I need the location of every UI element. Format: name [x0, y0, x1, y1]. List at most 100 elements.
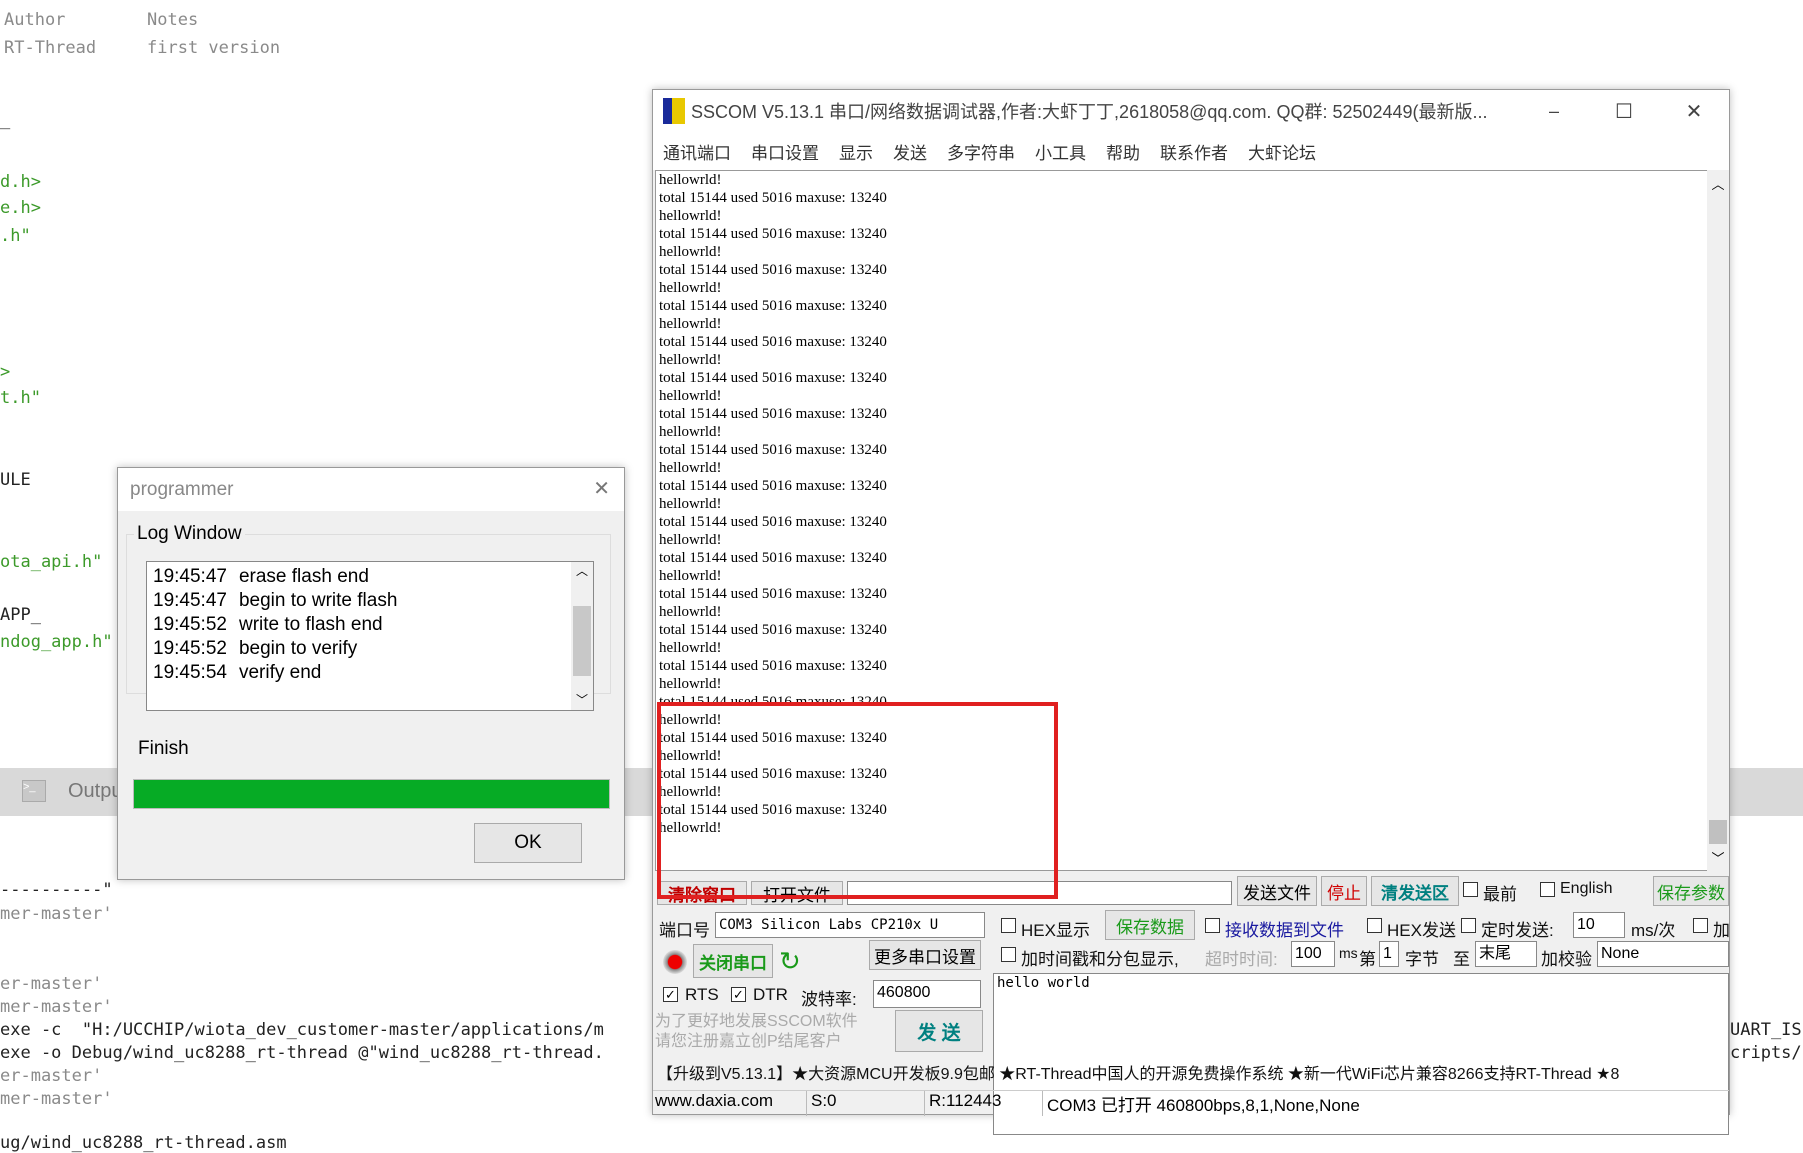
- scroll-down-icon[interactable]: ﹀: [571, 691, 593, 708]
- menu-serial-settings[interactable]: 串口设置: [751, 139, 819, 164]
- code-line: d.h>: [0, 172, 41, 192]
- header-author-value: RT-Thread: [4, 38, 97, 58]
- menu-tools[interactable]: 小工具: [1035, 139, 1086, 164]
- interval-input[interactable]: 10: [1573, 912, 1625, 938]
- status-website[interactable]: www.daxia.com: [653, 1091, 807, 1116]
- status-bar: www.daxia.com S:0 R:112443 COM3 已打开 4608…: [653, 1090, 1729, 1116]
- output-line: er-master': [0, 1066, 103, 1086]
- output-line: mer-master': [0, 997, 113, 1017]
- highlight-box: [657, 702, 1058, 899]
- close-icon[interactable]: ✕: [593, 476, 610, 501]
- hex-display-checkbox[interactable]: [1001, 918, 1016, 933]
- interval-unit: ms/次: [1631, 921, 1676, 940]
- scroll-up-icon[interactable]: ︿: [571, 562, 593, 579]
- scroll-up-icon[interactable]: ︿: [1707, 174, 1729, 193]
- timed-send-label: 定时发送:: [1481, 921, 1554, 940]
- receive-line: hellowrld!: [659, 244, 722, 260]
- rts-label: RTS: [685, 985, 719, 1004]
- receive-line: hellowrld!: [659, 172, 722, 188]
- timeout-input[interactable]: 100: [1291, 941, 1335, 967]
- add-checkbox[interactable]: [1693, 918, 1708, 933]
- log-time: 19:45:54: [153, 662, 227, 683]
- receive-line: total 15144 used 5016 maxuse: 13240: [659, 262, 887, 278]
- checksum-select[interactable]: None: [1597, 941, 1729, 967]
- send-button[interactable]: 发 送: [895, 1010, 983, 1052]
- receive-line: hellowrld!: [659, 676, 722, 692]
- end-select[interactable]: 末尾: [1475, 941, 1537, 967]
- log-time: 19:45:47: [153, 590, 227, 611]
- more-settings-button[interactable]: 更多串口设置: [869, 940, 981, 970]
- menu-send[interactable]: 发送: [893, 139, 927, 164]
- receive-line: total 15144 used 5016 maxuse: 13240: [659, 226, 887, 242]
- log-time: 19:45:52: [153, 638, 227, 659]
- scroll-thumb[interactable]: [1709, 820, 1727, 844]
- receive-line: total 15144 used 5016 maxuse: 13240: [659, 658, 887, 674]
- log-list: 19:45:47 erase flash end 19:45:47 begin to …: [146, 561, 594, 711]
- close-button[interactable]: ✕: [1659, 99, 1729, 124]
- receive-line: hellowrld!: [659, 460, 722, 476]
- app-icon: [663, 98, 685, 124]
- output-line: er-master': [0, 974, 103, 994]
- byte-from-input[interactable]: 1: [1379, 941, 1399, 967]
- receive-scrollbar[interactable]: ︿ ﹀: [1707, 170, 1729, 871]
- scroll-down-icon[interactable]: ﹀: [1707, 848, 1729, 867]
- timeout-unit: ms: [1339, 945, 1358, 961]
- code-line: _: [0, 110, 11, 130]
- menu-display[interactable]: 显示: [839, 139, 873, 164]
- recv-to-file-label[interactable]: 接收数据到文件: [1225, 916, 1344, 941]
- save-params-button[interactable]: 保存参数: [1653, 876, 1729, 906]
- code-line: e.h>: [0, 198, 41, 218]
- dtr-checkbox[interactable]: ✓: [731, 987, 746, 1002]
- save-data-button[interactable]: 保存数据: [1105, 910, 1195, 940]
- log-entry: 19:45:52 begin to verify: [153, 637, 587, 661]
- topmost-checkbox[interactable]: [1463, 882, 1478, 897]
- ok-button[interactable]: OK: [474, 823, 582, 863]
- port-select[interactable]: COM3 Silicon Labs CP210x U: [715, 912, 985, 938]
- receive-line: hellowrld!: [659, 568, 722, 584]
- output-line: mer-master': [0, 1089, 113, 1109]
- timestamp-checkbox[interactable]: [1001, 947, 1016, 962]
- menu-forum[interactable]: 大虾论坛: [1248, 139, 1316, 164]
- log-entry: 19:45:54 verify end: [153, 661, 587, 685]
- hex-send-label: HEX发送: [1387, 921, 1456, 940]
- log-entry: 19:45:47 begin to write flash: [153, 589, 587, 613]
- output-line-fragment: cripts/: [1730, 1043, 1802, 1063]
- baud-label: 波特率:: [801, 990, 857, 1009]
- checksum-label: 加校验: [1541, 950, 1592, 969]
- sscom-window: SSCOM V5.13.1 串口/网络数据调试器,作者:大虾丁丁,2618058…: [652, 89, 1730, 1135]
- send-file-button[interactable]: 发送文件: [1237, 876, 1317, 906]
- header-notes: Notes: [147, 10, 199, 30]
- baud-select[interactable]: 460800: [873, 980, 981, 1008]
- hex-send-checkbox[interactable]: [1367, 918, 1382, 933]
- maximize-button[interactable]: ☐: [1589, 99, 1659, 124]
- output-tab[interactable]: Outpu: [68, 780, 122, 803]
- log-scrollbar[interactable]: ︿ ﹀: [571, 562, 593, 710]
- promo-text[interactable]: 为了更好地发展SSCOM软件 请您注册嘉立创P结尾客户: [655, 1012, 858, 1052]
- status-port: COM3 已打开 460800bps,8,1,None,None: [1047, 1096, 1360, 1115]
- english-checkbox[interactable]: [1540, 882, 1555, 897]
- to-label: 至: [1453, 950, 1470, 969]
- log-message: begin to write flash: [238, 590, 398, 611]
- programmer-dialog: programmer ✕ Log Window 19:45:47 erase fl…: [117, 467, 625, 880]
- stop-button[interactable]: 停止: [1321, 876, 1367, 906]
- log-message: erase flash end: [238, 566, 369, 587]
- log-message: begin to verify: [238, 638, 358, 659]
- minimize-button[interactable]: –: [1519, 101, 1589, 122]
- menu-comm-port[interactable]: 通讯端口: [663, 139, 731, 164]
- clear-send-button[interactable]: 清发送区: [1371, 876, 1459, 906]
- recv-to-file-checkbox[interactable]: [1205, 918, 1220, 933]
- refresh-icon[interactable]: ↻: [779, 946, 801, 977]
- timeout-label: 超时时间:: [1205, 950, 1278, 969]
- receive-line: total 15144 used 5016 maxuse: 13240: [659, 370, 887, 386]
- port-status-icon: [663, 950, 687, 974]
- menu-contact[interactable]: 联系作者: [1160, 139, 1228, 164]
- menu-multi-string[interactable]: 多字符串: [947, 139, 1015, 164]
- scroll-thumb[interactable]: [573, 606, 591, 676]
- english-label: English: [1560, 880, 1613, 897]
- close-port-button[interactable]: 关闭串口: [693, 944, 773, 978]
- menu-help[interactable]: 帮助: [1106, 139, 1140, 164]
- title-bar: SSCOM V5.13.1 串口/网络数据调试器,作者:大虾丁丁,2618058…: [653, 90, 1729, 132]
- ad-ticker[interactable]: 【升级到V5.13.1】★大资源MCU开发板9.9包邮 ★RT-Thread中国…: [657, 1060, 1727, 1084]
- receive-line: hellowrld!: [659, 208, 722, 224]
- timed-send-checkbox[interactable]: [1461, 918, 1476, 933]
